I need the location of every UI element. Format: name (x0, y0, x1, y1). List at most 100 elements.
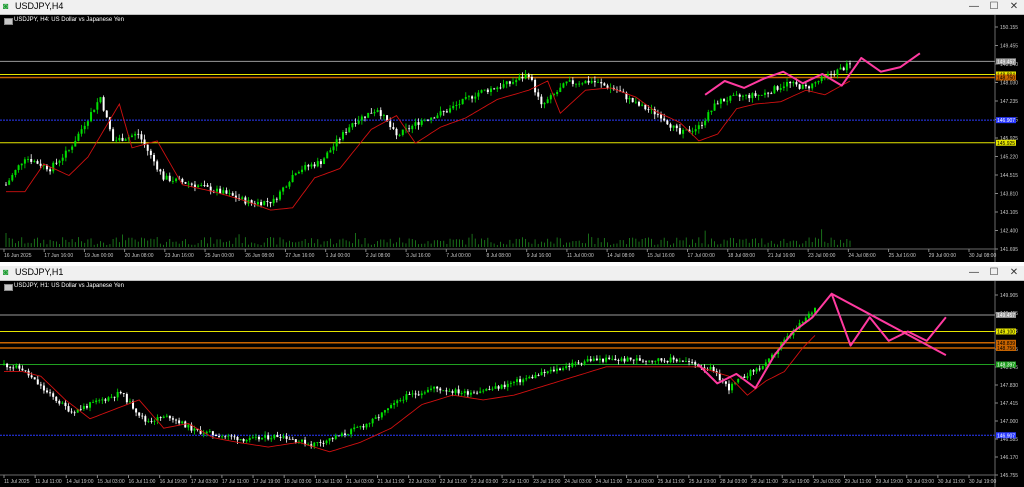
candle-body (5, 184, 7, 186)
candle-body (396, 400, 399, 404)
candle-body (227, 435, 230, 437)
candle-body (386, 408, 389, 411)
candle-body (332, 146, 335, 151)
x-tick-label: 30 Jul 11:00 (938, 479, 965, 485)
candle-body (752, 370, 755, 372)
candle-body (427, 119, 429, 121)
candle-body (257, 436, 260, 440)
candle-body (546, 371, 549, 374)
price-label: 148.750 (997, 346, 1015, 352)
candle-body (466, 391, 469, 395)
candle-body (181, 178, 184, 183)
candle-body (15, 365, 18, 368)
chart-area[interactable]: USDJPY, H4: US Dollar vs Japanese Yen 15… (0, 15, 1024, 262)
candle-body (574, 362, 577, 364)
candle-body (101, 399, 104, 401)
candle-body (461, 98, 464, 105)
x-tick-label: 9 Jul 16:00 (527, 253, 552, 259)
maximize-button[interactable]: ☐ (988, 1, 1000, 13)
candle-body (562, 368, 565, 370)
candle-body (568, 366, 571, 367)
candle-body (55, 162, 58, 164)
candle-body (36, 161, 39, 164)
candle-body (285, 436, 288, 439)
candle-body (343, 433, 346, 435)
candle-body (279, 437, 282, 438)
y-tick-label: 146.170 (1000, 455, 1018, 461)
price-chart-h4[interactable]: 150.155149.455148.840148.030147.235146.6… (0, 15, 1024, 262)
candle-body (420, 393, 423, 396)
candle-body (214, 434, 217, 437)
candle-body (260, 202, 263, 206)
candle-body (175, 178, 178, 182)
candle-body (745, 94, 748, 96)
candle-body (27, 158, 30, 160)
candle-body (414, 393, 417, 395)
candle-body (367, 112, 370, 118)
candle-body (325, 440, 328, 444)
candle-body (224, 436, 227, 438)
candle-body (368, 423, 371, 425)
candle-body (171, 181, 174, 182)
candle-body (335, 139, 338, 147)
candle-body (810, 312, 813, 314)
candle-body (351, 123, 354, 128)
candle-body (603, 83, 606, 86)
candle-body (712, 366, 715, 372)
chart-window-h1[interactable]: ◙ USDJPY,H1 — ☐ ✕ USDJPY, H1: US Dollar … (0, 266, 1024, 487)
candle-body (672, 357, 675, 360)
candle-body (691, 131, 694, 133)
candle-body (417, 394, 420, 396)
candle-body (64, 150, 67, 158)
x-tick-label: 26 Jun 08:00 (245, 253, 274, 259)
candle-body (436, 115, 439, 119)
price-chart-h1[interactable]: 149.905149.455149.118148.595148.245147.8… (0, 281, 1024, 487)
close-button[interactable]: ✕ (1008, 267, 1020, 279)
candle-body (395, 128, 398, 136)
y-tick-label: 147.415 (1000, 401, 1018, 407)
candle-body (543, 103, 546, 105)
candle-body (691, 361, 694, 363)
candle-body (754, 93, 757, 96)
window-titlebar[interactable]: ◙ USDJPY,H4 — ☐ ✕ (0, 0, 1024, 15)
candle-body (445, 111, 448, 113)
price-label: 145.925 (997, 141, 1015, 147)
close-button[interactable]: ✕ (1008, 1, 1020, 13)
maximize-button[interactable]: ☐ (988, 267, 1000, 279)
candle-body (779, 88, 782, 90)
candle-body (485, 388, 488, 391)
candle-body (592, 358, 595, 361)
candle-body (568, 80, 571, 82)
price-label: 148.750 (997, 76, 1015, 82)
candle-body (304, 165, 307, 170)
chart-window-h4[interactable]: ◙ USDJPY,H4 — ☐ ✕ USDJPY, H4: US Dollar … (0, 0, 1024, 262)
x-tick-label: 24 Jul 03:00 (564, 479, 591, 485)
x-tick-label: 2 Jul 08:00 (366, 253, 391, 259)
minimize-button[interactable]: — (968, 267, 980, 279)
candle-body (146, 144, 149, 151)
candle-body (741, 95, 744, 97)
candle-body (493, 88, 496, 90)
window-titlebar[interactable]: ◙ USDJPY,H1 — ☐ ✕ (0, 266, 1024, 281)
candle-body (727, 383, 730, 391)
candle-body (90, 112, 93, 122)
candle-body (276, 434, 279, 438)
candle-body (480, 90, 483, 93)
candle-body (735, 94, 738, 96)
candle-body (181, 421, 184, 424)
candle-body (3, 363, 5, 365)
candle-body (589, 359, 592, 361)
candle-body (17, 165, 20, 170)
candle-body (839, 67, 842, 70)
candle-body (684, 361, 687, 362)
candle-body (694, 129, 697, 132)
candle-body (445, 390, 448, 392)
candle-body (323, 158, 326, 165)
candle-body (184, 182, 187, 184)
minimize-button[interactable]: — (968, 1, 980, 13)
chart-area[interactable]: USDJPY, H1: US Dollar vs Japanese Yen 14… (0, 281, 1024, 487)
candle-body (99, 97, 102, 103)
candle-body (449, 108, 452, 113)
candle-body (631, 97, 634, 103)
candle-body (826, 73, 829, 76)
